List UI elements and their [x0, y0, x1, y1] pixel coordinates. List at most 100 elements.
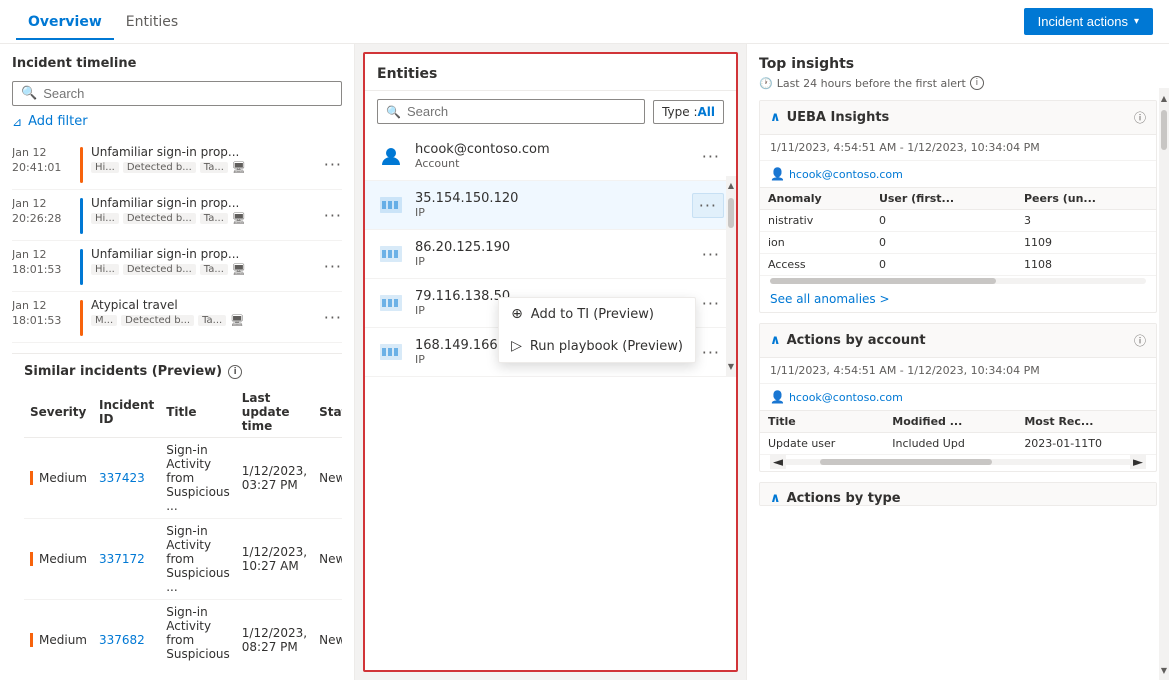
- timeline-tag: Ta...: [200, 213, 228, 224]
- scroll-thumb[interactable]: [1161, 110, 1167, 150]
- title-cell: Sign-in Activity from Suspicious ...: [160, 519, 236, 600]
- type-filter-dropdown[interactable]: Type : All: [653, 100, 724, 124]
- context-menu: ⊕ Add to TI (Preview) ▷ Run playbook (Pr…: [498, 297, 696, 363]
- similar-incidents-title: Similar incidents (Preview) i: [24, 364, 330, 379]
- entities-search-input[interactable]: [407, 104, 636, 119]
- actions-info-icon[interactable]: ⓘ: [1134, 332, 1146, 349]
- more-options-icon[interactable]: ···: [324, 257, 342, 276]
- tab-overview[interactable]: Overview: [16, 4, 114, 40]
- more-options-button[interactable]: ···: [692, 193, 724, 218]
- scroll-down-button[interactable]: ▼: [728, 359, 734, 375]
- severity-bar: [80, 198, 83, 234]
- ueba-table: Anomaly User (first... Peers (un... nist…: [760, 188, 1156, 276]
- actions-type-header: ∧ Actions by type: [760, 483, 1156, 506]
- timeline-tag: Detected b...: [121, 315, 194, 326]
- time-cell: 1/12/2023, 03:27 PM: [236, 438, 313, 519]
- device-icon: 🖥: [230, 314, 244, 327]
- more-options-icon[interactable]: ···: [698, 339, 724, 366]
- timeline-item[interactable]: Jan 12 20:26:28 Unfamiliar sign-in prop.…: [12, 190, 342, 241]
- ip-icon: [377, 191, 405, 219]
- filter-icon: ⊿: [12, 115, 22, 129]
- timeline-tag: Detected b...: [123, 264, 196, 275]
- info-icon[interactable]: i: [970, 76, 984, 90]
- run-playbook-menu-item[interactable]: ▷ Run playbook (Preview): [499, 330, 695, 362]
- insights-subtitle: 🕐 Last 24 hours before the first alert i: [759, 76, 1157, 90]
- entity-item-ip[interactable]: 86.20.125.190 IP ···: [365, 230, 736, 279]
- scroll-down-button[interactable]: ▼: [1159, 662, 1169, 678]
- time-cell: 1/12/2023, 08:27 PM: [236, 600, 313, 669]
- timeline-item[interactable]: Jan 12 18:01:53 Atypical travel M... Det…: [12, 292, 342, 343]
- severity-cell: Medium: [30, 552, 87, 566]
- chevron-icon[interactable]: ∧: [770, 491, 781, 506]
- search-icon: 🔍: [21, 86, 37, 101]
- title-col-header: Title: [760, 411, 884, 433]
- chevron-up-icon[interactable]: ∧: [770, 333, 781, 348]
- see-all-anomalies-link[interactable]: See all anomalies >: [760, 286, 1156, 312]
- entity-item-ip[interactable]: 35.154.150.120 IP ···: [365, 181, 736, 230]
- timeline-item[interactable]: Jan 12 18:01:53 Unfamiliar sign-in prop.…: [12, 241, 342, 292]
- timeline-tag: Ta...: [200, 162, 228, 173]
- entity-type: IP: [415, 255, 688, 268]
- entity-type: Account: [415, 157, 688, 170]
- timeline-tag: Ta...: [200, 264, 228, 275]
- scroll-up-button[interactable]: ▲: [728, 178, 734, 194]
- playbook-icon: ▷: [511, 338, 522, 354]
- ip-icon: [377, 338, 405, 366]
- entity-name: 86.20.125.190: [415, 240, 688, 255]
- add-to-ti-menu-item[interactable]: ⊕ Add to TI (Preview): [499, 298, 695, 330]
- col-status: Status: [313, 387, 342, 438]
- modified-col-header: Modified ...: [884, 411, 1016, 433]
- timeline-tag: Hi...: [91, 213, 119, 224]
- incident-id-link[interactable]: 337172: [99, 552, 145, 566]
- ueba-user: 👤 hcook@contoso.com: [760, 161, 1156, 188]
- more-options-icon[interactable]: ···: [698, 241, 724, 268]
- entity-item-account[interactable]: hcook@contoso.com Account ···: [365, 132, 736, 181]
- timeline-tag: Detected b...: [123, 162, 196, 173]
- incident-actions-button[interactable]: Incident actions ▾: [1024, 8, 1153, 35]
- timeline-tag: M...: [91, 315, 117, 326]
- account-icon: [377, 142, 405, 170]
- ueba-info-icon[interactable]: ⓘ: [1134, 109, 1146, 126]
- timeline-tag: Detected b...: [123, 213, 196, 224]
- most-rec-col-header: Most Rec...: [1016, 411, 1156, 433]
- type-filter-value: All: [697, 105, 715, 119]
- more-options-icon[interactable]: ···: [698, 143, 724, 170]
- device-icon: 🖥: [232, 161, 246, 174]
- more-options-icon[interactable]: ···: [324, 206, 342, 225]
- tab-entities[interactable]: Entities: [114, 4, 190, 40]
- ip-icon: [377, 289, 405, 317]
- info-icon[interactable]: i: [228, 365, 242, 379]
- actions-card-header: ∧ Actions by account ⓘ: [760, 324, 1156, 358]
- timeline-search-input[interactable]: [43, 86, 333, 101]
- severity-cell: Medium: [30, 633, 87, 647]
- insights-title: Top insights: [759, 56, 1157, 72]
- entity-type: IP: [415, 206, 682, 219]
- add-filter-button[interactable]: ⊿ Add filter: [12, 114, 342, 129]
- more-options-icon[interactable]: ···: [698, 290, 724, 317]
- timeline-title: Incident timeline: [12, 56, 342, 71]
- user-first-col-header: User (first...: [871, 188, 1016, 210]
- timeline-search-box[interactable]: 🔍: [12, 81, 342, 106]
- top-insights-panel: Top insights 🕐 Last 24 hours before the …: [746, 44, 1169, 680]
- actions-table: Title Modified ... Most Rec... Update us…: [760, 411, 1156, 455]
- incident-id-link[interactable]: 337682: [99, 633, 145, 647]
- more-options-icon[interactable]: ···: [324, 308, 342, 327]
- more-options-icon[interactable]: ···: [324, 155, 342, 174]
- ip-icon: [377, 240, 405, 268]
- severity-cell: Medium: [30, 471, 87, 485]
- clock-icon: 🕐: [759, 77, 773, 90]
- title-cell: Sign-in Activity from Suspicious ...: [160, 438, 236, 519]
- timeline-tag: Hi...: [91, 162, 119, 173]
- status-cell: New: [313, 438, 342, 519]
- table-row: ion 0 1109: [760, 232, 1156, 254]
- scroll-up-button[interactable]: ▲: [1159, 90, 1169, 106]
- chevron-up-icon[interactable]: ∧: [770, 110, 781, 125]
- entities-title: Entities: [365, 54, 736, 91]
- entities-search-box[interactable]: 🔍: [377, 99, 645, 124]
- time-cell: 1/12/2023, 10:27 AM: [236, 519, 313, 600]
- entities-scrollbar: ▲ ▼: [726, 176, 736, 377]
- incident-id-link[interactable]: 337423: [99, 471, 145, 485]
- col-title: Title: [160, 387, 236, 438]
- timeline-item[interactable]: Jan 12 20:41:01 Unfamiliar sign-in prop.…: [12, 139, 342, 190]
- scroll-thumb[interactable]: [728, 198, 734, 228]
